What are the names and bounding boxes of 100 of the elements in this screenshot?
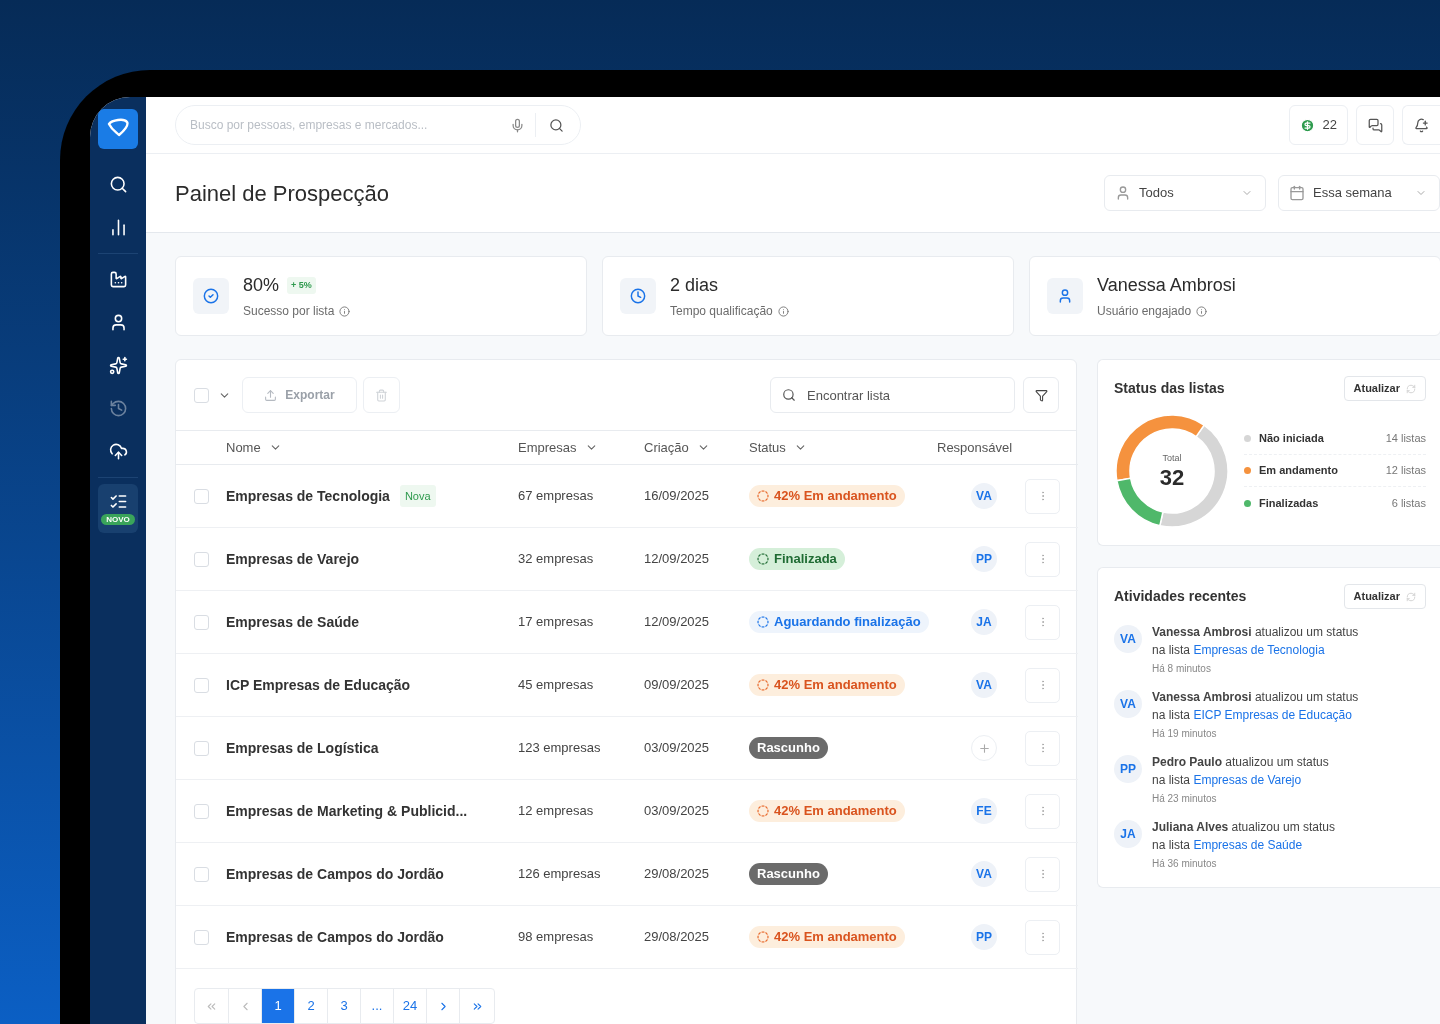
list-name[interactable]: Empresas de Tecnologia	[226, 485, 390, 507]
avatar: VA	[971, 861, 997, 887]
list-search-field[interactable]: Encontrar lista	[770, 377, 1015, 413]
activity-time: Há 23 minutos	[1152, 792, 1218, 806]
filter-dropdown[interactable]: Essa semana	[1278, 175, 1440, 211]
companies-count: 67 empresas	[518, 487, 594, 506]
list-link[interactable]: Empresas de Saúde	[1193, 838, 1303, 852]
chat-icon	[1367, 117, 1383, 133]
list-name[interactable]: Empresas de Varejo	[226, 548, 360, 570]
legend-count: 12 listas	[1385, 463, 1426, 479]
check-circle-icon	[203, 288, 219, 304]
row-menu-button[interactable]	[1025, 730, 1060, 766]
row-menu-button[interactable]	[1025, 478, 1060, 514]
column-header[interactable]: Nome	[226, 437, 282, 458]
search-icon[interactable]	[549, 117, 564, 133]
column-header[interactable]: Criação	[644, 437, 710, 458]
creation-date: 12/09/2025	[644, 550, 710, 569]
notifications-button[interactable]	[1402, 105, 1440, 145]
checkbox[interactable]	[194, 677, 209, 693]
search-field[interactable]: Busco por pessoas, empresas e mercados...	[175, 105, 581, 145]
status-pill: 42% Em andamento	[749, 800, 905, 822]
page-button[interactable]: ...	[361, 989, 394, 1023]
logo[interactable]	[98, 109, 138, 149]
filter-button[interactable]	[1023, 377, 1059, 413]
page-button[interactable]: 1	[262, 989, 295, 1023]
dollar-icon	[1299, 117, 1315, 133]
search-icon	[782, 388, 796, 402]
page-button[interactable]: 24	[394, 989, 427, 1023]
refresh-icon	[1406, 591, 1416, 602]
row-menu-button[interactable]	[1025, 541, 1060, 577]
companies-count: 123 empresas	[518, 739, 601, 758]
activity-time: Há 8 minutos	[1152, 662, 1212, 676]
list-link[interactable]: Empresas de Varejo	[1193, 773, 1302, 787]
info-icon[interactable]	[339, 305, 351, 317]
checkbox[interactable]	[194, 551, 209, 567]
change-badge: + 5%	[287, 276, 316, 295]
list-link[interactable]: Empresas de Tecnologia	[1193, 643, 1325, 657]
info-icon[interactable]	[1196, 305, 1208, 317]
checkbox[interactable]	[194, 740, 209, 756]
list-name[interactable]: Empresas de Marketing & Publicid...	[226, 800, 468, 822]
avatar: FE	[971, 798, 997, 824]
row-menu-button[interactable]	[1025, 919, 1060, 955]
status-pill: 42% Em andamento	[749, 485, 905, 507]
checkbox[interactable]	[194, 488, 209, 504]
companies-count: 17 empresas	[518, 613, 594, 632]
page-button[interactable]: 2	[295, 989, 328, 1023]
total-label: Total	[1162, 452, 1182, 466]
row-menu-button[interactable]	[1025, 667, 1060, 703]
checkbox[interactable]	[194, 614, 209, 630]
user-icon	[1115, 185, 1131, 201]
status-icon	[757, 931, 769, 943]
status-pill: Aguardando finalização	[749, 611, 929, 633]
avatar: VA	[971, 672, 997, 698]
checkbox[interactable]	[194, 929, 209, 945]
plus-icon	[977, 741, 991, 755]
activity-text: Pedro Paulo atualizou um status na lista Empresas de Varejo	[1152, 754, 1329, 789]
list-link[interactable]: EICP Empresas de Educação	[1193, 708, 1352, 722]
activity-text: Vanessa Ambrosi atualizou um status na lista Empresas de Tecnologia	[1152, 624, 1359, 659]
filter-dropdown[interactable]: Todos	[1104, 175, 1266, 211]
list-name[interactable]: ICP Empresas de Educação	[226, 674, 411, 696]
legend-label: Finalizadas	[1259, 495, 1320, 511]
row-menu-button[interactable]	[1025, 793, 1060, 829]
companies-count: 12 empresas	[518, 802, 594, 821]
list-name[interactable]: Empresas de Campos do Jordão	[226, 926, 444, 948]
page-button[interactable]: 3	[328, 989, 361, 1023]
status-icon	[757, 616, 769, 628]
upload-icon	[264, 388, 278, 402]
credits-button[interactable]: 22	[1288, 105, 1348, 145]
kpi-value: Vanessa Ambrosi	[1097, 274, 1236, 297]
factory-icon	[108, 270, 128, 289]
column-header[interactable]: Empresas	[518, 437, 598, 458]
checkbox[interactable]	[194, 803, 209, 819]
refresh-button[interactable]: Atualizar	[1343, 376, 1426, 401]
refresh-button[interactable]: Atualizar	[1343, 584, 1426, 609]
cloud-upload-icon	[108, 442, 128, 461]
list-name[interactable]: Empresas de Saúde	[226, 611, 360, 633]
avatar: VA	[1114, 690, 1142, 718]
sparkles-icon	[108, 356, 128, 375]
clock-icon	[630, 288, 646, 304]
list-name[interactable]: Empresas de Logística	[226, 737, 379, 759]
list-name[interactable]: Empresas de Campos do Jordão	[226, 863, 444, 885]
checkbox[interactable]	[194, 866, 209, 882]
avatar: JA	[1114, 820, 1142, 848]
row-menu-button[interactable]	[1025, 856, 1060, 892]
trash-icon	[375, 388, 388, 402]
kpi-label: Sucesso por lista	[243, 303, 335, 320]
companies-count: 98 empresas	[518, 928, 594, 947]
microphone-icon[interactable]	[510, 117, 525, 133]
creation-date: 16/09/2025	[644, 487, 710, 506]
messages-button[interactable]	[1356, 105, 1394, 145]
avatar: VA	[971, 483, 997, 509]
avatar: VA	[1114, 625, 1142, 653]
status-icon	[757, 553, 769, 565]
activity-time: Há 19 minutos	[1152, 727, 1218, 741]
checkbox[interactable]	[194, 387, 209, 403]
column-header[interactable]: Status	[749, 437, 807, 458]
row-menu-button[interactable]	[1025, 604, 1060, 640]
user-icon	[1057, 288, 1073, 304]
legend-label: Não iniciada	[1259, 431, 1325, 447]
info-icon[interactable]	[777, 305, 789, 317]
